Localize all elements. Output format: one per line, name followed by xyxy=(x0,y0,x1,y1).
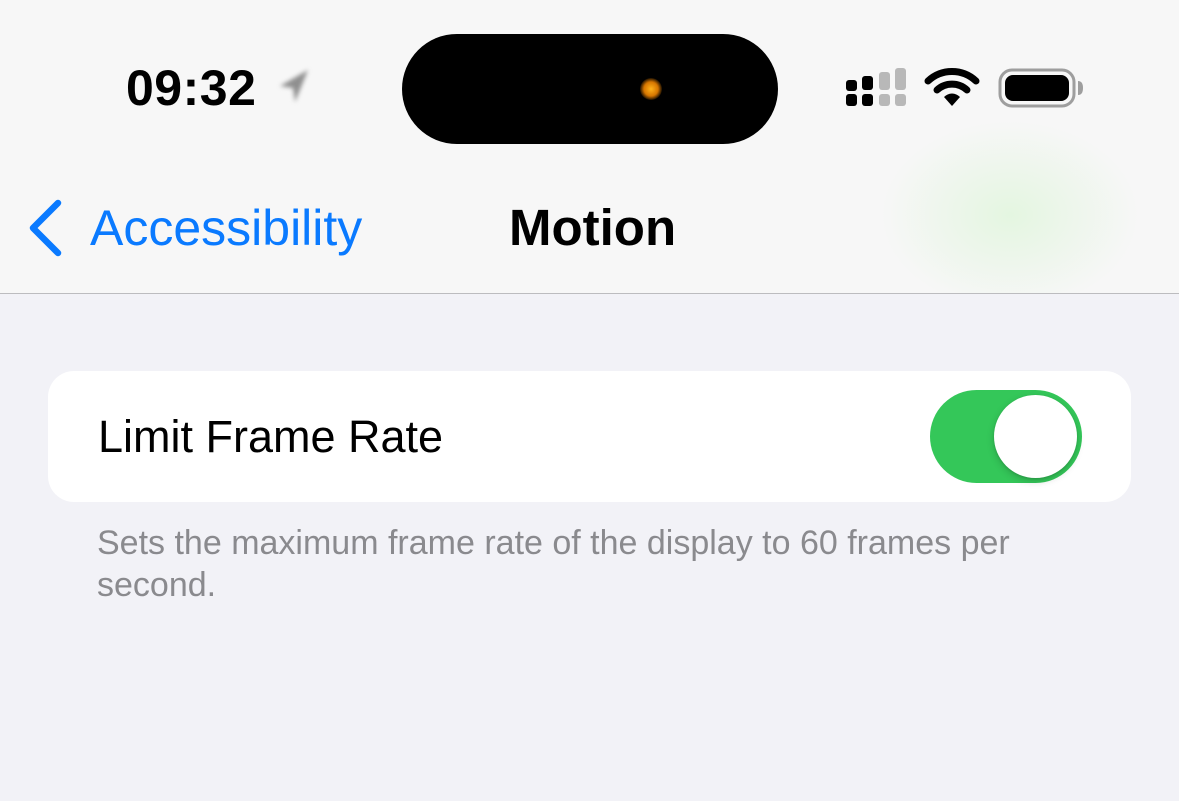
background-glow xyxy=(880,120,1140,293)
back-button[interactable]: Accessibility xyxy=(26,190,362,266)
toggle-knob xyxy=(994,395,1077,478)
navigation-header: 09:32 Accessibility Motion xyxy=(0,0,1179,294)
page-title: Motion xyxy=(509,199,677,256)
battery-icon xyxy=(998,68,1083,108)
back-button-label: Accessibility xyxy=(90,200,363,256)
cellular-signal-icon xyxy=(846,68,906,106)
chevron-left-icon xyxy=(29,199,62,257)
camera-indicator-dot xyxy=(640,78,662,100)
status-time: 09:32 xyxy=(126,60,257,116)
limit-frame-rate-label: Limit Frame Rate xyxy=(98,411,444,462)
location-arrow-icon xyxy=(280,70,308,102)
dynamic-island xyxy=(402,34,778,144)
settings-group: Limit Frame Rate xyxy=(48,371,1131,502)
wifi-icon xyxy=(924,68,980,106)
limit-frame-rate-toggle[interactable] xyxy=(930,390,1082,483)
setting-description: Sets the maximum frame rate of the displ… xyxy=(97,524,1010,604)
